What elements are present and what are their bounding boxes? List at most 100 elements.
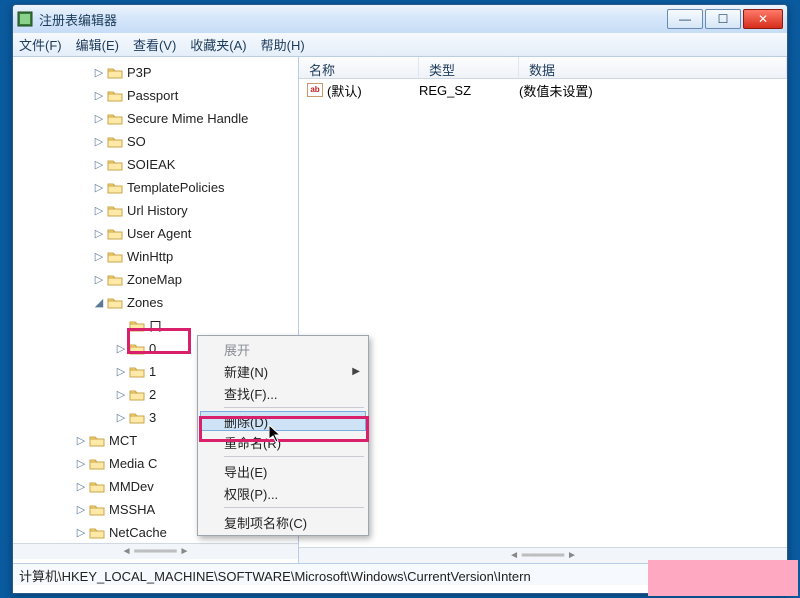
close-button[interactable]: ✕ xyxy=(743,9,783,29)
app-icon xyxy=(17,11,33,27)
tree-item-label: MSSHA xyxy=(109,502,155,517)
menu-favorites[interactable]: 收藏夹(A) xyxy=(190,35,246,54)
registry-editor-window: 注册表编辑器 — ☐ ✕ 文件(F) 编辑(E) 查看(V) 收藏夹(A) 帮助… xyxy=(12,4,788,594)
folder-icon xyxy=(107,112,123,126)
cursor-icon xyxy=(269,425,283,446)
folder-icon xyxy=(107,158,123,172)
tree-item[interactable]: ▷ WinHttp xyxy=(13,245,298,268)
tree-item-label: SO xyxy=(127,134,146,149)
ctx-find[interactable]: 查找(F)... xyxy=(200,382,366,404)
tree-item-label: 1 xyxy=(149,364,156,379)
submenu-arrow-icon: ▶ xyxy=(352,366,360,377)
expand-icon[interactable] xyxy=(115,320,127,332)
folder-icon xyxy=(129,319,145,333)
col-data[interactable]: 数据 xyxy=(519,57,787,78)
tree-item[interactable]: ▷ ZoneMap xyxy=(13,268,298,291)
folder-icon xyxy=(107,227,123,241)
tree-item[interactable]: ▷ SOIEAK xyxy=(13,153,298,176)
tree-item-label: SOIEAK xyxy=(127,157,175,172)
expand-icon[interactable]: ▷ xyxy=(115,412,127,424)
expand-icon[interactable]: ▷ xyxy=(93,182,105,194)
tree-item-label: WinHttp xyxy=(127,249,173,264)
titlebar[interactable]: 注册表编辑器 — ☐ ✕ xyxy=(13,5,787,33)
expand-icon[interactable]: ▷ xyxy=(115,389,127,401)
expand-icon[interactable]: ▷ xyxy=(93,228,105,240)
expand-icon[interactable]: ▷ xyxy=(115,343,127,355)
ctx-expand[interactable]: 展开 xyxy=(200,338,366,360)
tree-item-label: User Agent xyxy=(127,226,191,241)
folder-icon xyxy=(107,273,123,287)
expand-icon[interactable]: ▷ xyxy=(93,67,105,79)
folder-icon xyxy=(129,388,145,402)
expand-icon[interactable]: ▷ xyxy=(75,527,87,539)
expand-icon[interactable]: ▷ xyxy=(93,251,105,263)
tree-item-label: 2 xyxy=(149,387,156,402)
tree-scrollbar[interactable]: ◄ ══════ ► xyxy=(13,543,298,559)
ctx-separator xyxy=(224,507,364,508)
ctx-new[interactable]: 新建(N)▶ xyxy=(200,360,366,382)
overlay-branding xyxy=(648,560,798,596)
list-row[interactable]: ab (默认) REG_SZ (数值未设置) xyxy=(299,79,787,101)
content-area: ▷P3P▷Passport▷Secure Mime Handle▷SO▷SOIE… xyxy=(13,57,787,563)
folder-icon xyxy=(107,204,123,218)
expand-icon[interactable]: ▷ xyxy=(93,274,105,286)
collapse-icon[interactable]: ◢ xyxy=(93,297,105,309)
menu-view[interactable]: 查看(V) xyxy=(133,35,176,54)
tree-item[interactable]: 口 xyxy=(13,314,298,337)
expand-icon[interactable]: ▷ xyxy=(75,458,87,470)
tree-item[interactable]: ▷P3P xyxy=(13,61,298,84)
minimize-button[interactable]: — xyxy=(667,9,703,29)
ctx-rename[interactable]: 重命名(R) xyxy=(200,431,366,453)
expand-icon[interactable]: ▷ xyxy=(93,136,105,148)
menu-help[interactable]: 帮助(H) xyxy=(261,35,305,54)
expand-icon[interactable]: ▷ xyxy=(93,113,105,125)
col-name[interactable]: 名称 xyxy=(299,57,419,78)
folder-icon xyxy=(129,342,145,356)
folder-icon xyxy=(129,411,145,425)
tree-item[interactable]: ▷Passport xyxy=(13,84,298,107)
list-pane: 名称 类型 数据 ab (默认) REG_SZ (数值未设置) ◄ ══════… xyxy=(299,57,787,563)
tree-item[interactable]: ▷ User Agent xyxy=(13,222,298,245)
col-type[interactable]: 类型 xyxy=(419,57,519,78)
ctx-delete[interactable]: 删除(D) xyxy=(200,411,366,431)
ctx-copy-key-name[interactable]: 复制项名称(C) xyxy=(200,511,366,533)
tree-item-label: NetCache xyxy=(109,525,167,540)
tree-item[interactable]: ◢Zones xyxy=(13,291,298,314)
tree-item-label: 3 xyxy=(149,410,156,425)
folder-icon xyxy=(107,66,123,80)
value-name: (默认) xyxy=(327,81,362,100)
ctx-export[interactable]: 导出(E) xyxy=(200,460,366,482)
ctx-permissions[interactable]: 权限(P)... xyxy=(200,482,366,504)
tree-item-label: MCT xyxy=(109,433,137,448)
expand-icon[interactable]: ▷ xyxy=(115,366,127,378)
maximize-button[interactable]: ☐ xyxy=(705,9,741,29)
menu-file[interactable]: 文件(F) xyxy=(19,35,62,54)
tree-item[interactable]: ▷ Url History xyxy=(13,199,298,222)
tree-item-label: 0 xyxy=(149,341,156,356)
expand-icon[interactable]: ▷ xyxy=(75,504,87,516)
expand-icon[interactable]: ▷ xyxy=(93,159,105,171)
folder-icon xyxy=(107,250,123,264)
tree-item-label: Url History xyxy=(127,203,188,218)
tree-item[interactable]: ▷ Secure Mime Handle xyxy=(13,107,298,130)
expand-icon[interactable]: ▷ xyxy=(75,481,87,493)
folder-icon xyxy=(89,480,105,494)
folder-icon xyxy=(89,526,105,540)
tree-item-label: Secure Mime Handle xyxy=(127,111,248,126)
expand-icon[interactable]: ▷ xyxy=(93,205,105,217)
menu-edit[interactable]: 编辑(E) xyxy=(76,35,119,54)
column-header[interactable]: 名称 类型 数据 xyxy=(299,57,787,79)
expand-icon[interactable]: ▷ xyxy=(93,90,105,102)
ctx-separator xyxy=(224,456,364,457)
window-controls: — ☐ ✕ xyxy=(667,9,783,29)
folder-icon xyxy=(89,434,105,448)
expand-icon[interactable]: ▷ xyxy=(75,435,87,447)
window-title: 注册表编辑器 xyxy=(39,10,667,29)
context-menu: 展开 新建(N)▶ 查找(F)... 删除(D) 重命名(R) 导出(E) 权限… xyxy=(197,335,369,536)
string-value-icon: ab xyxy=(307,83,323,97)
value-type: REG_SZ xyxy=(419,83,519,98)
tree-item[interactable]: ▷TemplatePolicies xyxy=(13,176,298,199)
folder-icon xyxy=(107,296,123,310)
tree-item[interactable]: ▷ SO xyxy=(13,130,298,153)
tree-item-label: ZoneMap xyxy=(127,272,182,287)
